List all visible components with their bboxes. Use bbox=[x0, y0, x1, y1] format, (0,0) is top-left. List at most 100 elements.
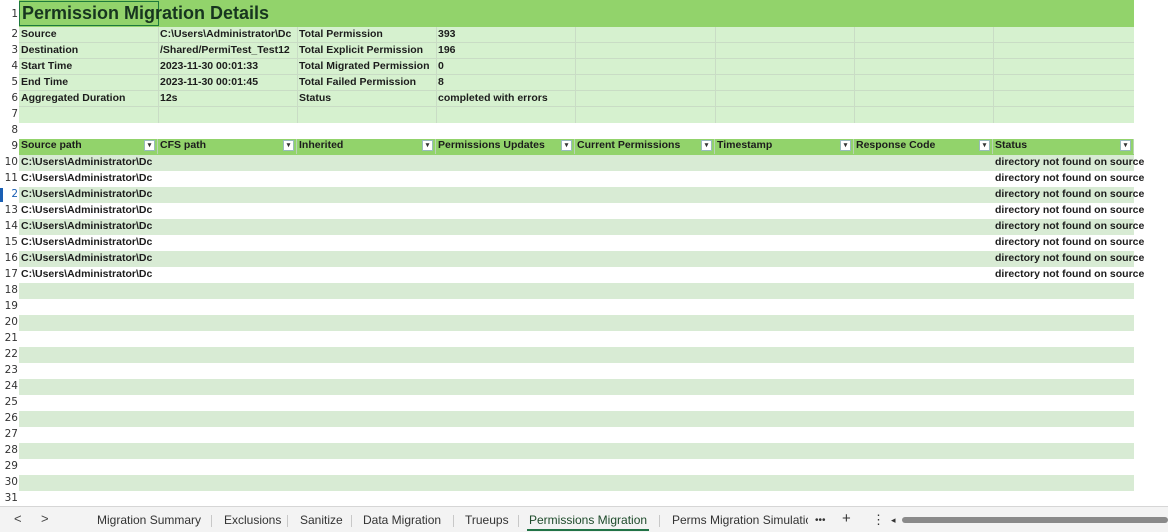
row-number[interactable]: 9 bbox=[0, 140, 18, 154]
table-row[interactable] bbox=[19, 443, 1134, 459]
row-number[interactable]: 20 bbox=[0, 316, 18, 330]
summary-value[interactable]: completed with errors bbox=[436, 92, 636, 106]
row-number[interactable]: 22 bbox=[0, 348, 18, 362]
row-number[interactable]: 21 bbox=[0, 332, 18, 346]
summary-value[interactable]: 8 bbox=[436, 76, 636, 90]
source-path-cell[interactable]: C:\Users\Administrator\Dc bbox=[19, 188, 158, 202]
row-number[interactable]: 26 bbox=[0, 412, 18, 426]
summary-label[interactable]: Status bbox=[297, 92, 436, 106]
row-number[interactable]: 7 bbox=[0, 108, 18, 122]
status-cell[interactable]: directory not found on source bbox=[993, 252, 1168, 266]
more-tabs-icon[interactable]: ••• bbox=[815, 515, 826, 526]
status-cell[interactable]: directory not found on source bbox=[993, 204, 1168, 218]
row-number[interactable]: 27 bbox=[0, 428, 18, 442]
row-number[interactable]: 6 bbox=[0, 92, 18, 106]
table-row[interactable] bbox=[19, 283, 1134, 299]
table-row[interactable] bbox=[19, 347, 1134, 363]
table-row[interactable] bbox=[19, 411, 1134, 427]
tab-perms-migration-simulation[interactable]: Perms Migration Simulatic bbox=[672, 513, 808, 527]
summary-value[interactable]: 0 bbox=[436, 60, 636, 74]
tab-scroll-left-button[interactable]: < bbox=[14, 511, 22, 526]
tab-scroll-right-button[interactable]: > bbox=[41, 511, 49, 526]
status-cell[interactable]: directory not found on source bbox=[993, 220, 1168, 234]
row-number[interactable]: 10 bbox=[0, 156, 18, 170]
add-sheet-button[interactable]: + bbox=[842, 510, 851, 527]
summary-label[interactable]: Total Explicit Permission bbox=[297, 44, 436, 58]
row-number[interactable]: 8 bbox=[0, 124, 18, 138]
table-row[interactable] bbox=[19, 459, 1134, 475]
filter-dropdown-icon[interactable]: ▾ bbox=[144, 140, 155, 151]
horizontal-scrollbar[interactable] bbox=[902, 517, 1168, 523]
row-number[interactable]: 1 bbox=[0, 8, 18, 22]
summary-label[interactable]: Total Migrated Permission bbox=[297, 60, 436, 74]
table-row[interactable] bbox=[19, 155, 1134, 171]
status-cell[interactable]: directory not found on source bbox=[993, 188, 1168, 202]
status-cell[interactable]: directory not found on source bbox=[993, 236, 1168, 250]
source-path-cell[interactable]: C:\Users\Administrator\Dc bbox=[19, 220, 158, 234]
row-number[interactable]: 29 bbox=[0, 460, 18, 474]
table-row[interactable] bbox=[19, 203, 1134, 219]
row-number[interactable]: 19 bbox=[0, 300, 18, 314]
row-number[interactable]: 18 bbox=[0, 284, 18, 298]
filter-dropdown-icon[interactable]: ▾ bbox=[561, 140, 572, 151]
row-number[interactable]: 24 bbox=[0, 380, 18, 394]
status-cell[interactable]: directory not found on source bbox=[993, 172, 1168, 186]
sheet-options-icon[interactable]: ⋮ bbox=[872, 512, 885, 528]
row-number[interactable]: 5 bbox=[0, 76, 18, 90]
summary-value[interactable]: 393 bbox=[436, 28, 636, 42]
table-row[interactable] bbox=[19, 235, 1134, 251]
summary-value[interactable]: C:\Users\Administrator\Dc bbox=[158, 28, 297, 42]
row-number[interactable]: 3 bbox=[0, 44, 18, 58]
table-row[interactable] bbox=[19, 187, 1134, 203]
scroll-left-arrow-icon[interactable]: ◂ bbox=[891, 515, 896, 526]
source-path-cell[interactable]: C:\Users\Administrator\Dc bbox=[19, 156, 158, 170]
column-header[interactable]: Permissions Updates ▾ bbox=[436, 139, 575, 154]
summary-value[interactable]: 2023-11-30 00:01:33 bbox=[158, 60, 297, 74]
tab-data-migration[interactable]: Data Migration bbox=[363, 513, 441, 527]
row-number[interactable]: 17 bbox=[0, 268, 18, 282]
column-header[interactable]: CFS path ▾ bbox=[158, 139, 297, 154]
row-number[interactable]: 11 bbox=[0, 172, 18, 186]
table-row[interactable] bbox=[19, 395, 1134, 411]
filter-dropdown-icon[interactable]: ▾ bbox=[840, 140, 851, 151]
table-row[interactable] bbox=[19, 379, 1134, 395]
column-header[interactable]: Current Permissions ▾ bbox=[575, 139, 715, 154]
summary-label[interactable]: Start Time bbox=[19, 60, 158, 74]
summary-value[interactable]: 196 bbox=[436, 44, 636, 58]
summary-label[interactable]: Destination bbox=[19, 44, 158, 58]
tab-permissions-migration[interactable]: Permissions Migration bbox=[529, 513, 647, 527]
filter-dropdown-icon[interactable]: ▾ bbox=[422, 140, 433, 151]
table-row[interactable] bbox=[19, 475, 1134, 491]
table-row[interactable] bbox=[19, 331, 1134, 347]
filter-dropdown-icon[interactable]: ▾ bbox=[1120, 140, 1131, 151]
summary-label[interactable]: Total Permission bbox=[297, 28, 436, 42]
filter-dropdown-icon[interactable]: ▾ bbox=[979, 140, 990, 151]
row-number[interactable]: 15 bbox=[0, 236, 18, 250]
column-header[interactable]: Source path ▾ bbox=[19, 139, 158, 154]
table-row[interactable] bbox=[19, 363, 1134, 379]
table-row[interactable] bbox=[19, 491, 1134, 506]
summary-label[interactable]: Source bbox=[19, 28, 158, 42]
row-number[interactable]: 4 bbox=[0, 60, 18, 74]
row-number[interactable]: 13 bbox=[0, 204, 18, 218]
row-number[interactable]: 16 bbox=[0, 252, 18, 266]
spreadsheet-grid[interactable]: Permission Migration Details Source C:\Us… bbox=[0, 0, 1168, 506]
summary-label[interactable]: Aggregated Duration bbox=[19, 92, 158, 106]
table-row[interactable] bbox=[19, 427, 1134, 443]
row-number[interactable]: 28 bbox=[0, 444, 18, 458]
table-row[interactable] bbox=[19, 251, 1134, 267]
row-number[interactable]: 31 bbox=[0, 492, 18, 506]
source-path-cell[interactable]: C:\Users\Administrator\Dc bbox=[19, 252, 158, 266]
status-cell[interactable]: directory not found on source bbox=[993, 268, 1168, 282]
row-number[interactable]: 2 bbox=[0, 188, 18, 202]
summary-value[interactable]: 2023-11-30 00:01:45 bbox=[158, 76, 297, 90]
table-row[interactable] bbox=[19, 315, 1134, 331]
source-path-cell[interactable]: C:\Users\Administrator\Dc bbox=[19, 204, 158, 218]
source-path-cell[interactable]: C:\Users\Administrator\Dc bbox=[19, 172, 158, 186]
table-row[interactable] bbox=[19, 299, 1134, 315]
summary-label[interactable]: Total Failed Permission bbox=[297, 76, 436, 90]
tab-sanitize[interactable]: Sanitize bbox=[300, 513, 343, 527]
tab-exclusions[interactable]: Exclusions bbox=[224, 513, 281, 527]
filter-dropdown-icon[interactable]: ▾ bbox=[701, 140, 712, 151]
table-row[interactable] bbox=[19, 219, 1134, 235]
